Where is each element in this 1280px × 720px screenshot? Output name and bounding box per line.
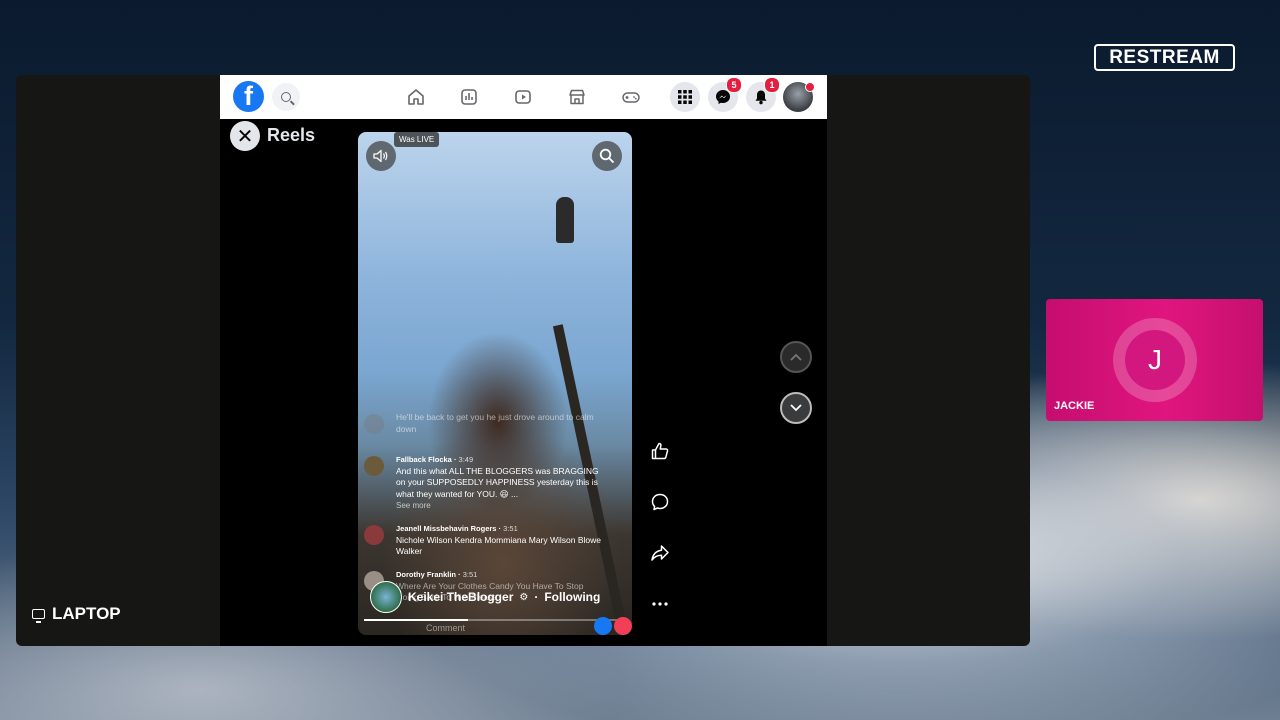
comment-time: 3:51 xyxy=(462,570,478,579)
author-avatar[interactable] xyxy=(370,581,402,613)
facebook-logo[interactable]: f xyxy=(233,81,264,112)
restream-logo: RESTREAM xyxy=(1094,44,1235,71)
profile-status-dot xyxy=(805,82,815,92)
notifications-badge: 1 xyxy=(764,77,780,93)
commenter-name[interactable]: Jeanell Missbehavin Rogers xyxy=(396,524,496,533)
home-icon[interactable] xyxy=(406,87,426,107)
search-icon xyxy=(281,92,291,102)
next-reel-button[interactable] xyxy=(780,392,812,424)
messenger-badge: 5 xyxy=(726,77,742,93)
profile-avatar[interactable] xyxy=(783,82,815,112)
love-reaction-icon[interactable] xyxy=(614,617,632,635)
thumbs-up-icon xyxy=(651,442,669,460)
like-button[interactable] xyxy=(640,435,680,467)
comment-text: Nichole Wilson Kendra Mommiana Mary Wils… xyxy=(396,534,602,557)
dashboard-icon[interactable] xyxy=(459,87,479,107)
commenter-avatar xyxy=(364,414,384,434)
reel-author: Keikei TheBlogger ⚙ · Following xyxy=(370,581,600,613)
comment-text: He'll be back to get you he just drove a… xyxy=(396,412,594,434)
video-progress-bar[interactable] xyxy=(364,619,624,621)
menu-grid-button[interactable] xyxy=(670,82,700,112)
participant-avatar: J xyxy=(1125,330,1185,390)
video-icon[interactable] xyxy=(513,87,533,107)
gaming-icon[interactable] xyxy=(621,87,641,107)
previous-reel-button[interactable] xyxy=(780,341,812,373)
facebook-top-bar: f 5 1 xyxy=(220,75,827,119)
search-icon xyxy=(599,148,615,164)
messenger-button[interactable]: 5 xyxy=(708,77,742,112)
facebook-search-button[interactable] xyxy=(272,83,300,111)
notifications-button[interactable]: 1 xyxy=(746,77,780,112)
volume-button[interactable] xyxy=(366,141,396,171)
participant-name: JACKIE xyxy=(1054,400,1095,412)
facebook-browser-window: f 5 1 ✕ Reels Was LIVE He'll be back to … xyxy=(220,75,827,646)
share-button[interactable] xyxy=(640,537,680,569)
comment-input[interactable]: Comment xyxy=(374,623,616,635)
was-live-tag: Was LIVE xyxy=(394,132,440,147)
speaker-icon xyxy=(373,149,388,163)
commenter-name[interactable]: Fallback Flocka xyxy=(396,455,452,464)
comment-time: 3:49 xyxy=(458,455,474,464)
comment-time: 3:51 xyxy=(503,524,518,533)
reels-title: Reels xyxy=(267,125,316,145)
author-name[interactable]: Keikei TheBlogger xyxy=(408,590,513,604)
reel-video[interactable]: Was LIVE He'll be back to get you he jus xyxy=(358,132,632,635)
participant-avatar-ring: J xyxy=(1113,318,1197,402)
share-icon xyxy=(651,545,669,561)
comment-text: And this what ALL THE BLOGGERS was BRAGG… xyxy=(396,465,599,499)
scene-label-text: LAPTOP xyxy=(52,604,121,623)
see-more-link[interactable]: See more xyxy=(396,500,606,512)
commenter-avatar[interactable] xyxy=(364,456,384,476)
laptop-scene: f 5 1 ✕ Reels Was LIVE He'll be back to … xyxy=(16,75,1030,646)
like-reaction-icon[interactable] xyxy=(594,617,612,635)
video-search-button[interactable] xyxy=(592,141,622,171)
monitor-icon xyxy=(32,609,45,623)
more-icon xyxy=(652,602,668,606)
settings-icon: ⚙ xyxy=(519,591,529,603)
chevron-up-icon xyxy=(790,353,802,361)
video-progress-fill xyxy=(364,619,468,621)
grid-icon xyxy=(678,90,692,104)
marketplace-icon[interactable] xyxy=(567,87,587,107)
comment-button[interactable] xyxy=(640,486,680,518)
commenter-name[interactable]: Dorothy Franklin xyxy=(396,570,456,579)
reels-close-button[interactable]: ✕ xyxy=(230,121,260,151)
video-streetlamp xyxy=(556,197,574,243)
more-options-button[interactable] xyxy=(640,588,680,620)
following-button[interactable]: Following xyxy=(544,590,600,604)
commenter-avatar[interactable] xyxy=(364,525,384,545)
scene-label: LAPTOP xyxy=(32,604,121,624)
chevron-down-icon xyxy=(790,404,802,412)
participant-tile[interactable]: J JACKIE xyxy=(1046,299,1263,421)
comment-icon xyxy=(651,493,669,511)
